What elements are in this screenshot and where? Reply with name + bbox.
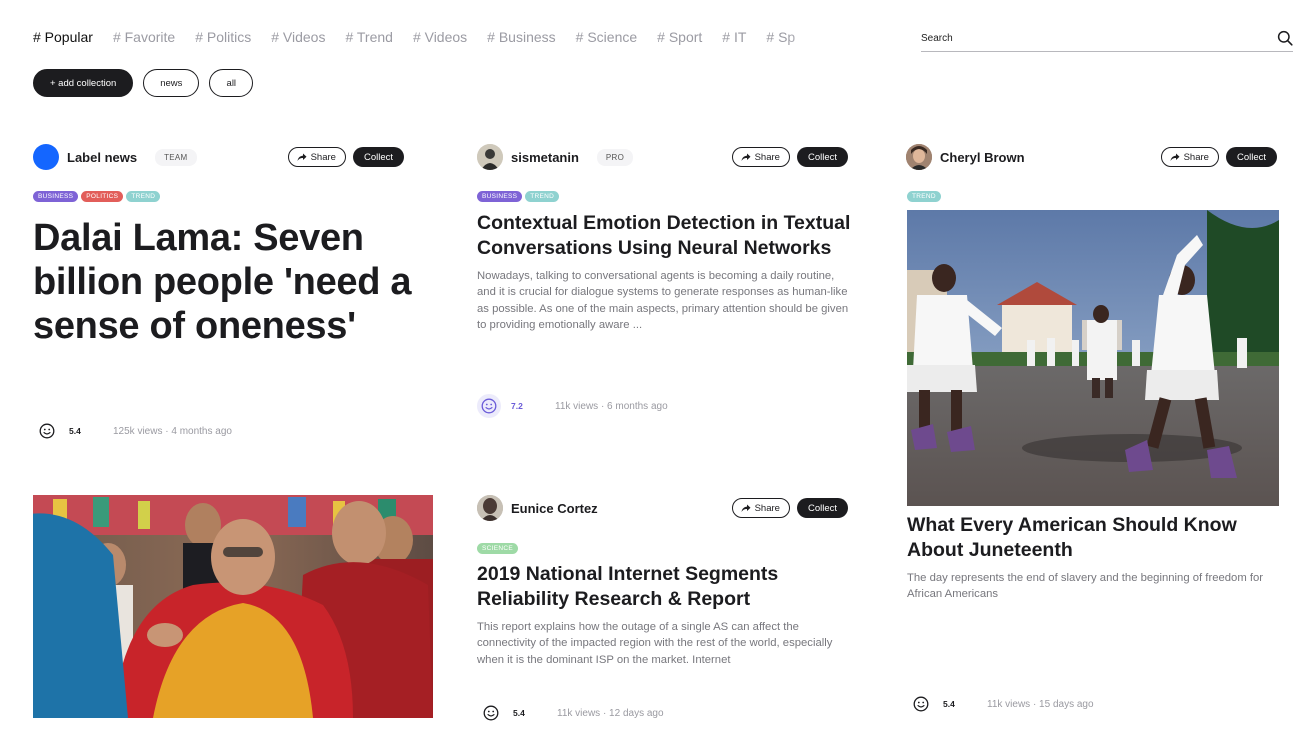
category-tag-nav: # Popular # Favorite # Politics # Videos # T… <box>33 29 833 49</box>
author-name[interactable]: Eunice Cortez <box>511 501 598 516</box>
collect-button[interactable]: Collect <box>1225 147 1277 167</box>
article-title[interactable]: What Every American Should Know About Ju… <box>907 513 1279 563</box>
tag-popular[interactable]: # Popular <box>33 29 93 45</box>
article-stats: 5.4 11k views · 12 days ago <box>479 701 664 725</box>
avatar-image <box>906 144 932 170</box>
share-label: Share <box>1183 151 1209 163</box>
collect-button[interactable]: Collect <box>352 147 404 167</box>
card-actions: Share Collect <box>731 147 848 167</box>
share-button[interactable]: Share <box>731 147 790 167</box>
rating-score: 5.4 <box>69 426 81 436</box>
search-input[interactable] <box>921 28 1261 49</box>
tag-politics[interactable]: # Politics <box>195 29 251 45</box>
views-and-date: 125k views · 4 months ago <box>113 425 232 437</box>
article-stats: 5.4 11k views · 15 days ago <box>909 692 1094 716</box>
smiley-icon <box>39 423 55 439</box>
tag-science[interactable]: # Science <box>576 29 637 45</box>
card-header: sismetanin PRO Share Collect <box>477 144 848 170</box>
tag-videos-2[interactable]: # Videos <box>413 29 467 45</box>
smiley-icon <box>481 398 497 414</box>
share-button[interactable]: Share <box>1160 147 1219 167</box>
share-button[interactable]: Share <box>731 498 790 518</box>
card-header: Cheryl Brown Share Collect <box>906 144 1277 170</box>
article-excerpt: The day represents the end of slavery an… <box>907 572 1264 601</box>
share-icon <box>741 153 751 161</box>
search-bar <box>921 28 1293 52</box>
tag-sport[interactable]: # Sport <box>657 29 702 45</box>
add-collection-button[interactable]: + add collection <box>33 69 134 97</box>
collection-pill-news[interactable]: news <box>143 69 200 97</box>
avatar[interactable] <box>477 144 503 170</box>
share-label: Share <box>310 151 336 163</box>
rating-score: 5.4 <box>943 699 955 709</box>
tag-business[interactable]: # Business <box>487 29 555 45</box>
tag-favorite[interactable]: # Favorite <box>113 29 175 45</box>
avatar-image <box>477 495 503 521</box>
article-photo-dalai-lama[interactable] <box>33 495 433 718</box>
share-icon <box>741 504 751 512</box>
category-badge-trend[interactable]: TREND <box>126 191 161 202</box>
card-actions: Share Collect <box>1160 147 1277 167</box>
collection-pill-all[interactable]: all <box>209 69 254 97</box>
article-photo-juneteenth-parade[interactable] <box>907 210 1279 506</box>
share-icon <box>297 153 307 161</box>
plan-badge: PRO <box>596 148 634 166</box>
views-and-date: 11k views · 15 days ago <box>987 698 1094 710</box>
category-badge-business[interactable]: BUSINESS <box>33 191 79 202</box>
avatar[interactable] <box>33 144 59 170</box>
category-badges: SCIENCE <box>477 543 518 554</box>
category-badge-business[interactable]: BUSINESS <box>477 191 523 202</box>
card-actions: Share Collect <box>731 498 848 518</box>
category-badge-science[interactable]: SCIENCE <box>477 543 518 554</box>
views-and-date: 11k views · 6 months ago <box>555 400 668 412</box>
card-actions: Share Collect <box>287 147 404 167</box>
share-label: Share <box>754 502 780 514</box>
card-header: Eunice Cortez Share Collect <box>477 495 848 521</box>
avatar[interactable] <box>906 144 932 170</box>
collect-button[interactable]: Collect <box>796 147 848 167</box>
article-title[interactable]: Dalai Lama: Seven billion people 'need a… <box>33 216 413 348</box>
category-badges: BUSINESS TREND <box>477 191 560 202</box>
reaction-button[interactable] <box>35 419 59 443</box>
reaction-button[interactable] <box>479 701 503 725</box>
search-icon[interactable] <box>1277 30 1293 46</box>
article-title[interactable]: Contextual Emotion Detection in Textual … <box>477 211 857 261</box>
reaction-button[interactable] <box>909 692 933 716</box>
share-icon <box>1170 153 1180 161</box>
reaction-button[interactable] <box>477 394 501 418</box>
plan-badge: TEAM <box>155 148 197 166</box>
category-badge-trend[interactable]: TREND <box>907 191 941 202</box>
tag-sport-truncated[interactable]: # Sp <box>766 29 795 45</box>
rating-score: 5.4 <box>513 708 525 718</box>
avatar[interactable] <box>477 495 503 521</box>
category-badges: BUSINESS POLITICS TREND <box>33 191 161 202</box>
tag-videos[interactable]: # Videos <box>271 29 325 45</box>
smiley-icon <box>483 705 499 721</box>
rating-score: 7.2 <box>511 401 523 411</box>
category-badge-politics[interactable]: POLITICS <box>81 191 124 202</box>
tag-it[interactable]: # IT <box>722 29 746 45</box>
smiley-icon <box>913 696 929 712</box>
share-label: Share <box>754 151 780 163</box>
tag-trend[interactable]: # Trend <box>345 29 392 45</box>
photo-illustration <box>33 495 433 718</box>
article-excerpt: Nowadays, talking to conversational agen… <box>477 270 849 331</box>
share-button[interactable]: Share <box>287 147 346 167</box>
author-name[interactable]: Label news <box>67 150 137 165</box>
article-stats: 7.2 11k views · 6 months ago <box>477 394 668 418</box>
article-stats: 5.4 125k views · 4 months ago <box>35 419 232 443</box>
article-excerpt: This report explains how the outage of a… <box>477 621 833 666</box>
avatar-image <box>477 144 503 170</box>
category-badges: TREND <box>907 191 941 202</box>
author-name[interactable]: sismetanin <box>511 150 579 165</box>
author-name[interactable]: Cheryl Brown <box>940 150 1025 165</box>
views-and-date: 11k views · 12 days ago <box>557 707 664 719</box>
collection-pills: + add collection news all <box>33 69 254 97</box>
card-header: Label news TEAM Share Collect <box>33 144 404 170</box>
collect-button[interactable]: Collect <box>796 498 848 518</box>
photo-illustration <box>907 210 1279 506</box>
article-title[interactable]: 2019 National Internet Segments Reliabil… <box>477 562 849 612</box>
category-badge-trend[interactable]: TREND <box>525 191 560 202</box>
